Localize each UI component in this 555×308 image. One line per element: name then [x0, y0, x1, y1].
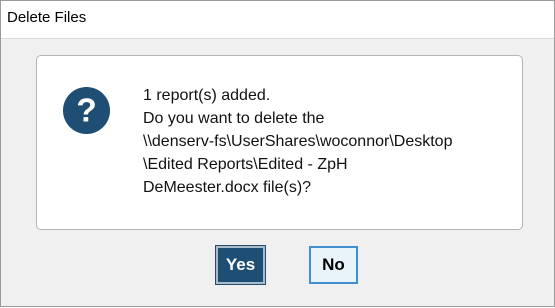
- message-line: Do you want to delete the: [143, 110, 325, 127]
- yes-button[interactable]: Yes: [216, 246, 265, 284]
- message-text: 1 report(s) added. Do you want to delete…: [143, 84, 513, 199]
- message-panel: ? 1 report(s) added. Do you want to dele…: [36, 55, 523, 230]
- message-line: \Edited Reports\Edited - ZpH: [143, 156, 348, 173]
- window-title: Delete Files: [7, 9, 87, 26]
- no-button[interactable]: No: [309, 246, 358, 284]
- title-bar[interactable]: Delete Files: [1, 1, 554, 39]
- message-line: 1 report(s) added.: [143, 87, 271, 104]
- message-line: DeMeester.docx file(s)?: [143, 179, 312, 196]
- delete-files-dialog: Delete Files ? 1 report(s) added. Do you…: [0, 0, 555, 307]
- question-icon: ?: [62, 86, 111, 135]
- message-line: \\denserv-fs\UserShares\woconnor\Desktop: [143, 133, 453, 150]
- question-icon-glyph: ?: [76, 92, 96, 129]
